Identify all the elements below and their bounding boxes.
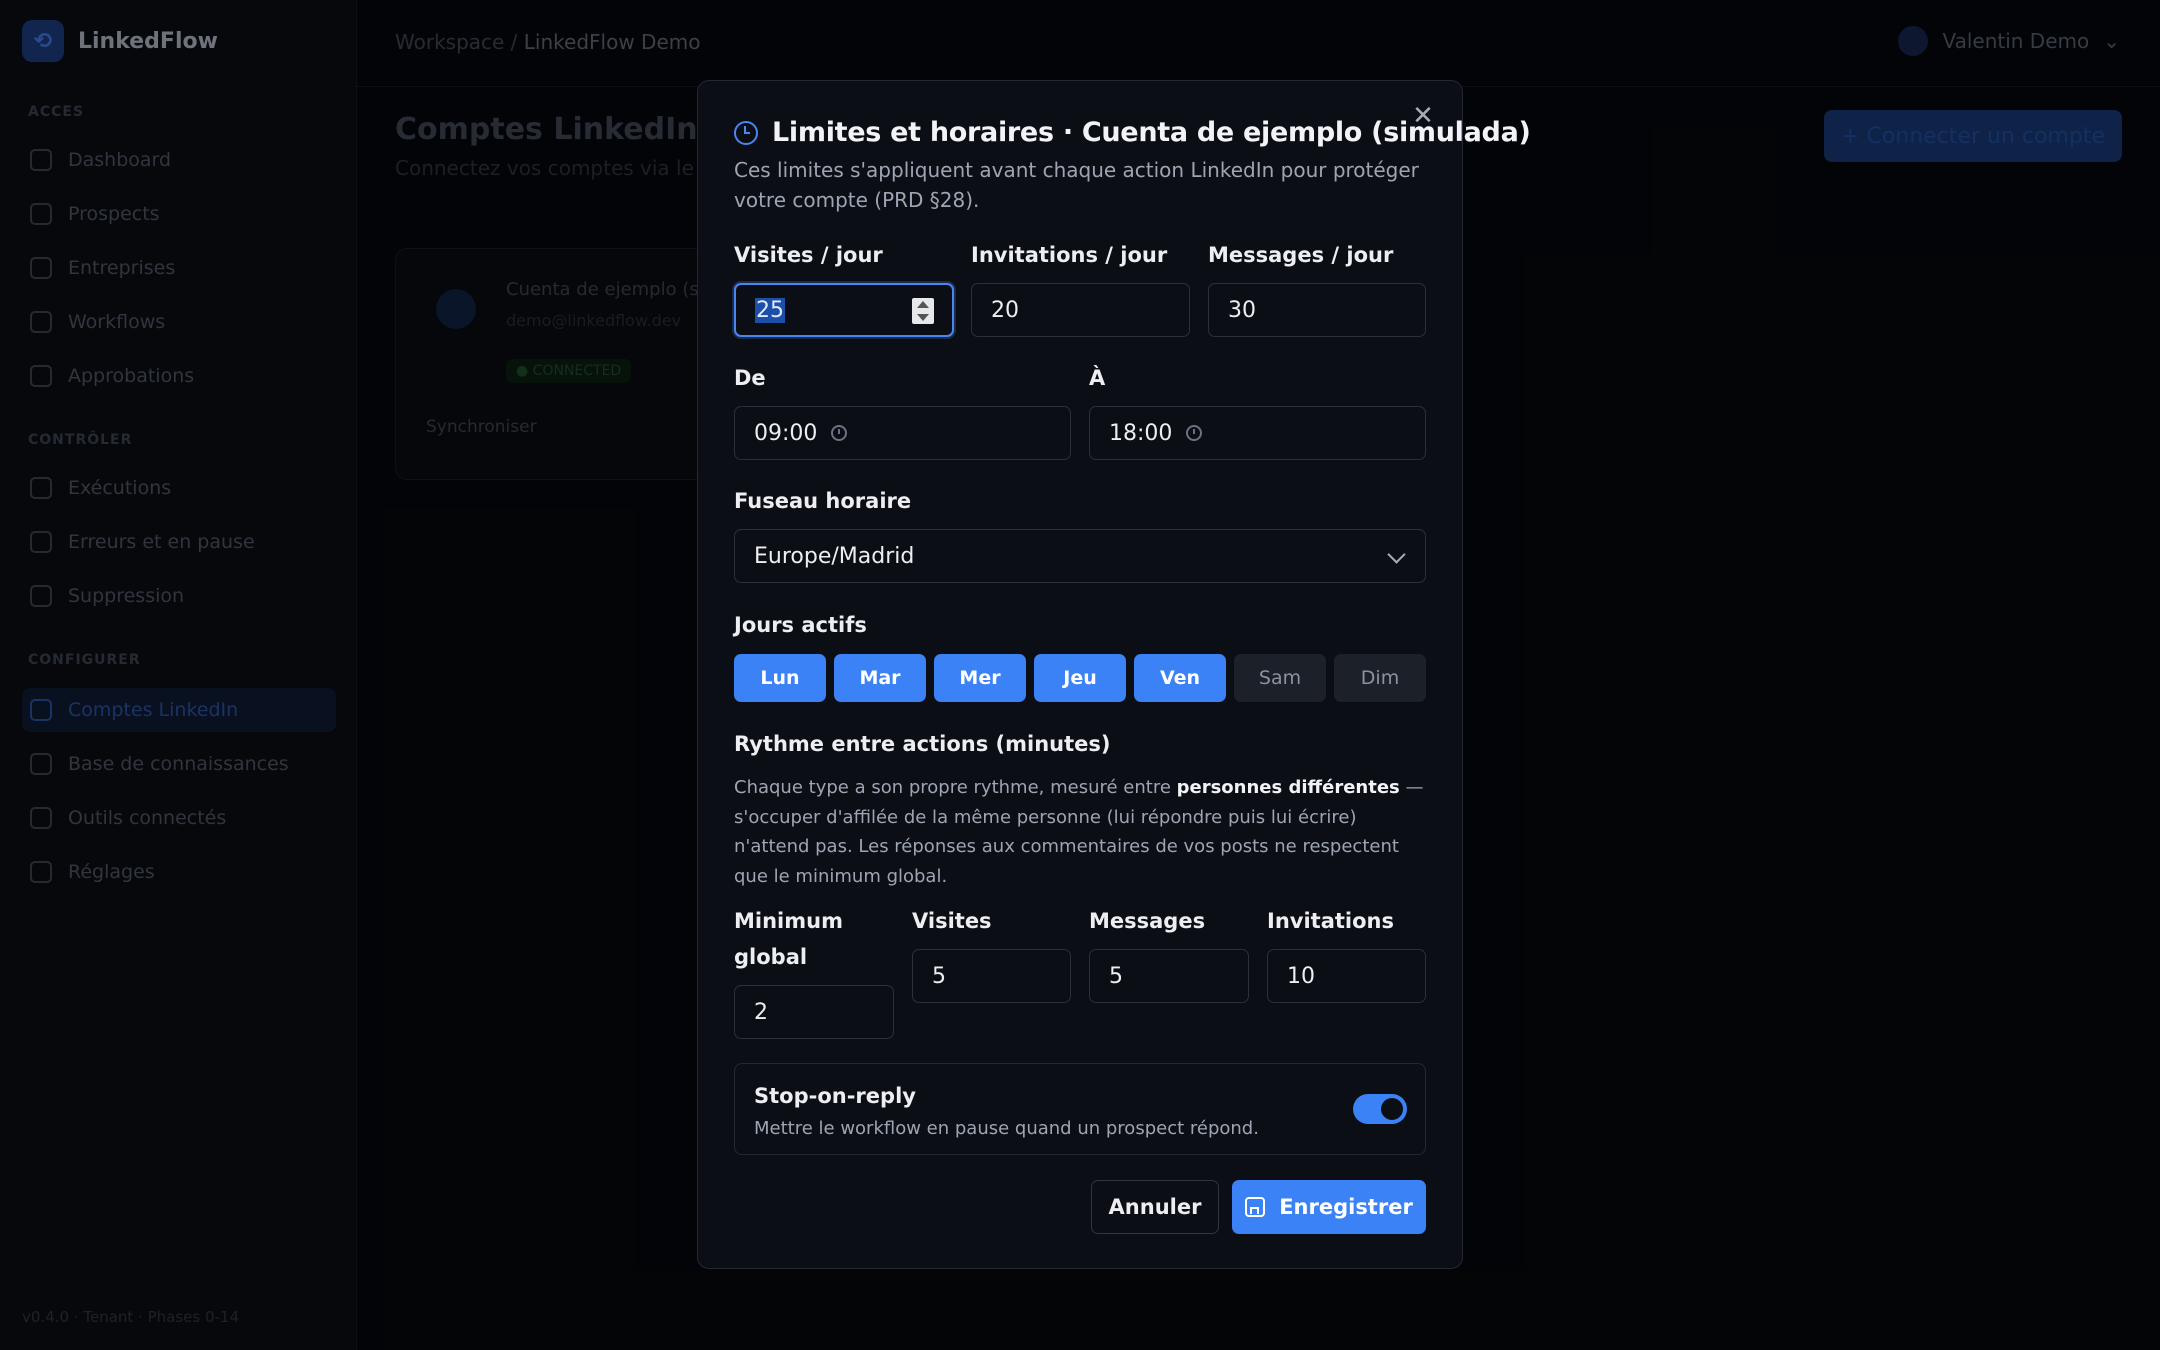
timezone-value: Europe/Madrid xyxy=(754,543,915,569)
messages-rhythm-value: 5 xyxy=(1109,963,1123,989)
messages-rhythm-input[interactable]: 5 xyxy=(1089,949,1249,1003)
invitations-per-day-value: 20 xyxy=(991,297,1019,323)
visits-per-day-input[interactable]: 25 xyxy=(734,283,954,337)
day-toggle-dim[interactable]: Dim xyxy=(1334,654,1426,702)
dialog-title: Limites et horaires · Cuenta de ejemplo … xyxy=(734,117,1531,148)
day-toggle-ven[interactable]: Ven xyxy=(1134,654,1226,702)
messages-per-day-label: Messages / jour xyxy=(1208,243,1394,267)
rhythm-description: Chaque type a son propre rythme, mesuré … xyxy=(734,773,1434,891)
visits-per-day-value: 25 xyxy=(755,297,785,323)
limits-dialog: ✕ Limites et horaires · Cuenta de ejempl… xyxy=(697,80,1531,1269)
timezone-select[interactable]: Europe/Madrid xyxy=(734,529,1426,583)
visits-rhythm-label: Visites xyxy=(912,909,992,933)
from-time-input[interactable]: 09:00 xyxy=(734,406,1071,460)
day-toggle-mar[interactable]: Mar xyxy=(834,654,926,702)
timezone-label: Fuseau horaire xyxy=(734,489,912,513)
from-time-value: 09:00 xyxy=(754,420,818,446)
from-time-label: De xyxy=(734,366,766,390)
visits-rhythm-input[interactable]: 5 xyxy=(912,949,1071,1003)
messages-rhythm-label: Messages xyxy=(1089,909,1206,933)
save-icon xyxy=(1245,1197,1266,1217)
rhythm-desc-text: Chaque type a son propre rythme, mesuré … xyxy=(734,777,1177,798)
visits-rhythm-value: 5 xyxy=(932,963,946,989)
to-time-label: À xyxy=(1089,366,1106,390)
day-toggle-sam[interactable]: Sam xyxy=(1234,654,1326,702)
number-stepper-icon[interactable] xyxy=(912,298,934,324)
chevron-down-icon xyxy=(1387,545,1406,564)
dialog-description: Ces limites s'appliquent avant chaque ac… xyxy=(734,158,1419,212)
save-button[interactable]: Enregistrer xyxy=(1232,1180,1426,1234)
cancel-button[interactable]: Annuler xyxy=(1091,1180,1219,1234)
invitations-per-day-input[interactable]: 20 xyxy=(971,283,1190,337)
day-toggle-lun[interactable]: Lun xyxy=(734,654,826,702)
global-minimum-input[interactable]: 2 xyxy=(734,985,894,1039)
messages-per-day-input[interactable]: 30 xyxy=(1208,283,1426,337)
day-toggle-jeu[interactable]: Jeu xyxy=(1034,654,1126,702)
visits-per-day-label: Visites / jour xyxy=(734,243,883,267)
clock-icon[interactable] xyxy=(831,425,848,441)
clock-icon[interactable] xyxy=(1186,425,1203,441)
stop-on-reply-toggle[interactable] xyxy=(1353,1094,1407,1124)
save-button-label: Enregistrer xyxy=(1279,1195,1413,1219)
rhythm-title: Rythme entre actions (minutes) xyxy=(734,732,1111,756)
active-days-label: Jours actifs xyxy=(734,613,867,637)
rhythm-desc-bold: personnes différentes xyxy=(1176,777,1400,798)
stop-on-reply-description: Mettre le workflow en pause quand un pro… xyxy=(754,1118,1259,1139)
to-time-input[interactable]: 18:00 xyxy=(1089,406,1426,460)
clock-icon xyxy=(734,120,758,145)
invitations-rhythm-input[interactable]: 10 xyxy=(1267,949,1426,1003)
messages-per-day-value: 30 xyxy=(1228,297,1256,323)
stop-on-reply-title: Stop-on-reply xyxy=(754,1084,916,1108)
global-minimum-label: Minimum global xyxy=(734,909,843,969)
invitations-per-day-label: Invitations / jour xyxy=(971,243,1168,267)
dialog-title-text: Limites et horaires · Cuenta de ejemplo … xyxy=(772,117,1531,148)
invitations-rhythm-value: 10 xyxy=(1287,963,1315,989)
global-minimum-value: 2 xyxy=(754,999,768,1025)
to-time-value: 18:00 xyxy=(1109,420,1173,446)
invitations-rhythm-label: Invitations xyxy=(1267,909,1394,933)
stop-on-reply-panel: Stop-on-reply Mettre le workflow en paus… xyxy=(734,1063,1426,1155)
toggle-knob xyxy=(1381,1098,1403,1120)
day-toggle-mer[interactable]: Mer xyxy=(934,654,1026,702)
